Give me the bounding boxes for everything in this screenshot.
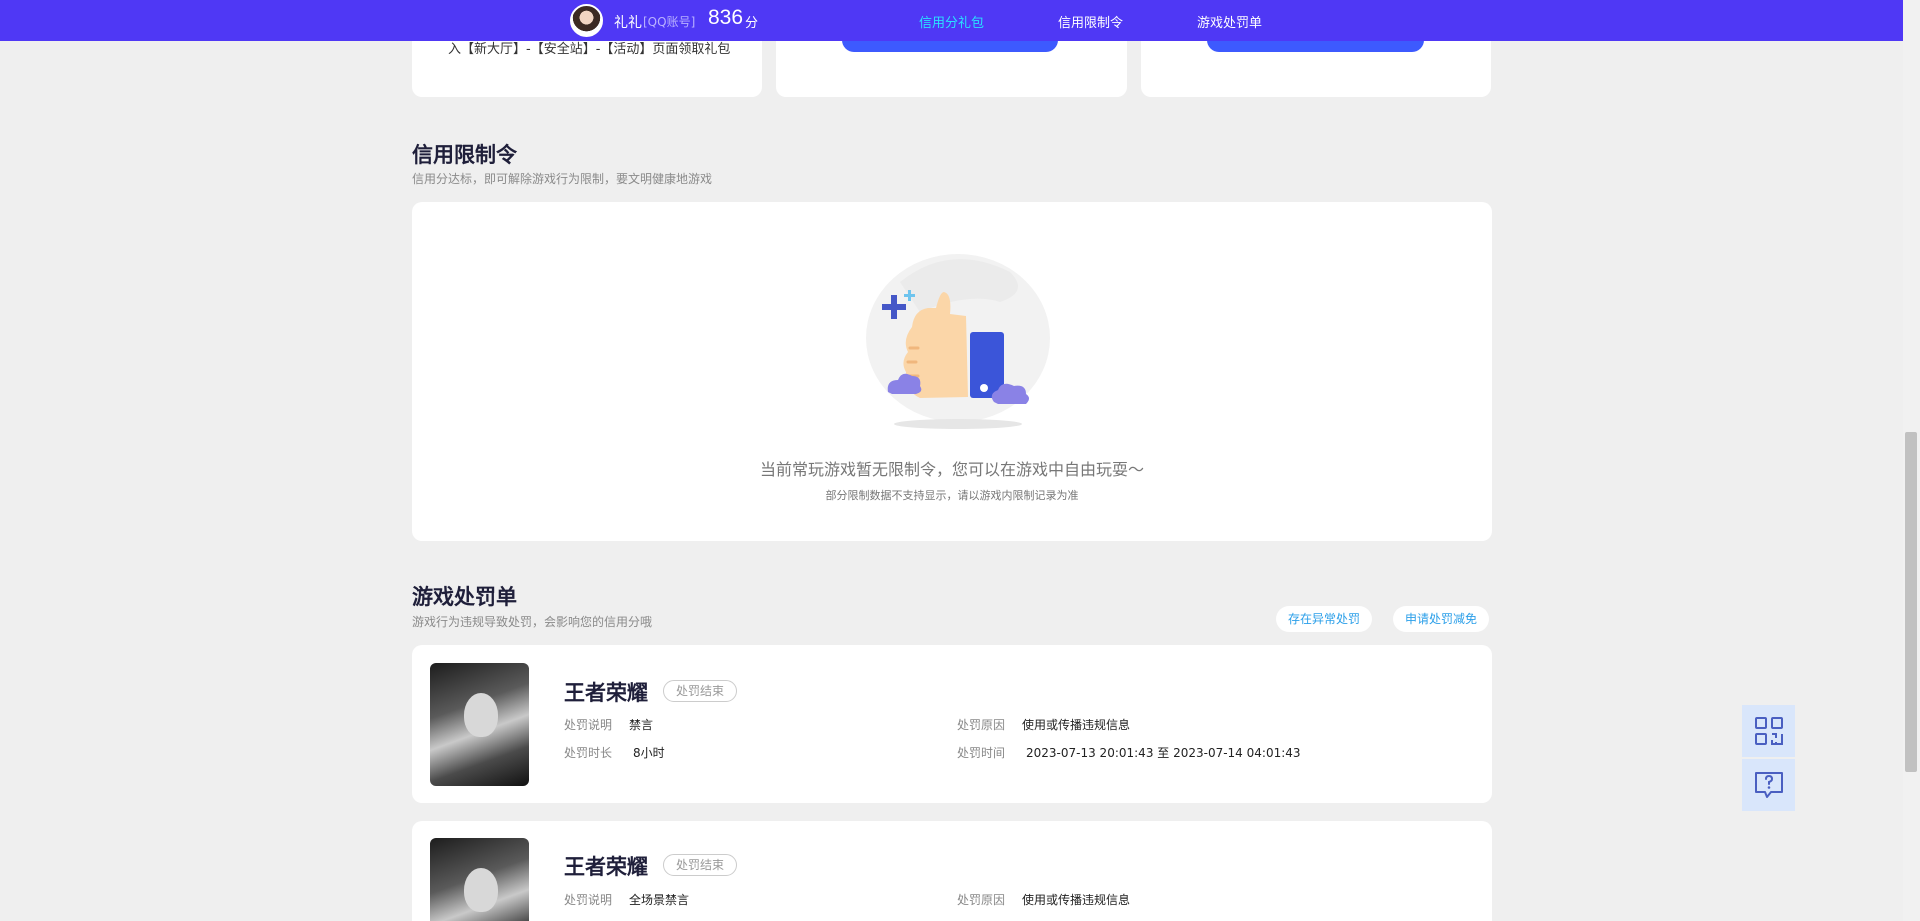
thumbs-up-illustration [866,254,1050,429]
restriction-empty-card: 当前常玩游戏暂无限制令，您可以在游戏中自由玩耍～ 部分限制数据不支持显示，请以游… [412,202,1492,541]
penalty-time-value: 2023-07-13 20:01:43 至 2023-07-14 04:01:4… [1026,746,1301,760]
penalty-reason-label: 处罚原因 [957,893,1006,907]
restriction-section-subtitle: 信用分达标，即可解除游戏行为限制，要文明健康地游戏 [412,172,713,186]
penalty-record-card: 王者荣耀 处罚结束 处罚说明 禁言 处罚时长 8小时 处罚原因 使用或传播违规信… [412,645,1492,803]
game-thumbnail [430,663,529,786]
tab-credit-gift[interactable]: 信用分礼包 [919,12,984,31]
page-scrollbar[interactable] [1903,0,1920,921]
qr-code-button[interactable] [1742,705,1795,757]
game-thumbnail [430,838,529,921]
tab-credit-restriction[interactable]: 信用限制令 [1058,12,1123,31]
account-type-tag: [QQ账号] [643,15,696,29]
help-feedback-button[interactable] [1742,759,1795,811]
penalty-record-card: 王者荣耀 处罚结束 处罚说明 全场景禁言 处罚原因 使用或传播违规信息 [412,821,1492,921]
penalty-desc-value: 禁言 [629,718,654,732]
help-chat-icon [1754,772,1783,798]
restriction-section-title: 信用限制令 [412,143,517,167]
penalty-reason-value: 使用或传播违规信息 [1022,718,1131,732]
penalty-status-badge: 处罚结束 [663,680,738,702]
penalty-section-title: 游戏处罚单 [412,585,517,609]
penalty-desc-label: 处罚说明 [564,893,613,907]
penalty-time-label: 处罚时间 [957,746,1006,760]
qr-code-icon [1754,717,1783,745]
penalty-desc-label: 处罚说明 [564,718,613,732]
penalty-desc-value: 全场景禁言 [629,893,690,907]
penalty-reason-label: 处罚原因 [957,718,1006,732]
top-nav-bar: 礼礼 [QQ账号] 836 分 信用分礼包 信用限制令 游戏处罚单 [0,0,1903,41]
penalty-status-badge: 处罚结束 [663,854,738,876]
penalty-game-name: 王者荣耀 [564,855,648,879]
tab-game-penalty[interactable]: 游戏处罚单 [1197,12,1262,31]
scrollbar-thumb[interactable] [1905,432,1917,772]
penalty-duration-label: 处罚时长 [564,746,613,760]
restriction-empty-note: 部分限制数据不支持显示，请以游戏内限制记录为准 [825,489,1079,502]
penalty-game-name: 王者荣耀 [564,681,648,705]
penalty-duration-value: 8小时 [633,746,665,760]
appeal-penalty-button[interactable]: 申请处罚减免 [1393,606,1490,632]
restriction-empty-message: 当前常玩游戏暂无限制令，您可以在游戏中自由玩耍～ [759,460,1144,479]
username: 礼礼 [614,15,642,31]
penalty-section-subtitle: 游戏行为违规导致处罚，会影响您的信用分哦 [412,615,653,629]
user-avatar[interactable] [570,4,603,37]
abnormal-penalty-button[interactable]: 存在异常处罚 [1276,606,1373,632]
penalty-reason-value: 使用或传播违规信息 [1022,893,1131,907]
credit-score: 836 [708,6,744,29]
credit-score-unit: 分 [745,16,759,31]
